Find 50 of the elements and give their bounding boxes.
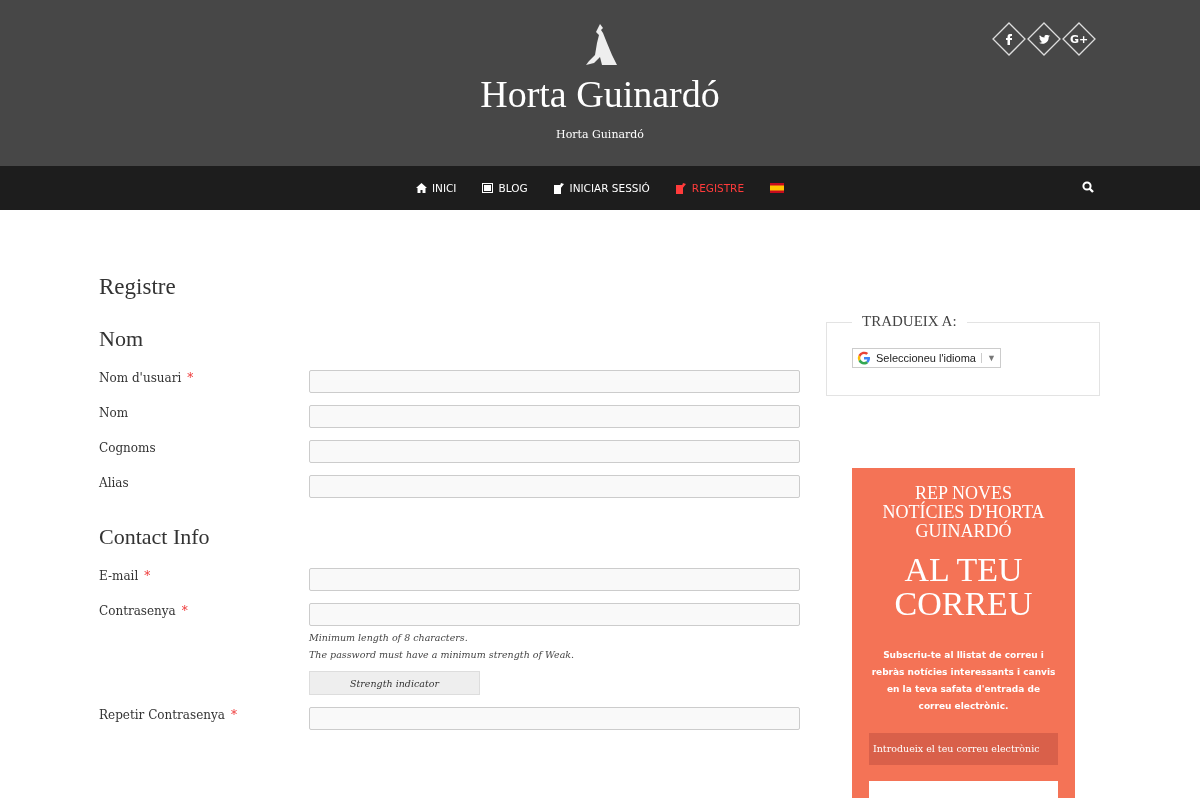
site-title[interactable]: Horta Guinardó bbox=[480, 72, 720, 116]
input-field[interactable] bbox=[309, 603, 800, 626]
edit-icon bbox=[553, 182, 565, 194]
subscribe-text: Subscriu-te al llistat de correu i rebràs notícies interessants i canvis en la teva safata d'entrada de correu electrònic. bbox=[870, 649, 1057, 713]
facebook-icon bbox=[1006, 33, 1012, 45]
hint-text: Minimum length of 8 characters. bbox=[309, 632, 469, 643]
field-label: Nom bbox=[99, 406, 129, 420]
home-icon bbox=[415, 183, 427, 193]
google-plus-label: G+ bbox=[1069, 32, 1089, 46]
social-link[interactable] bbox=[1027, 22, 1061, 56]
input-field[interactable] bbox=[309, 405, 800, 428]
subscribe-title: AL TEU CORREU bbox=[893, 553, 1034, 621]
subscribe-button[interactable] bbox=[869, 780, 1058, 798]
nav-link[interactable]: INICI bbox=[415, 178, 457, 198]
field-label: Alias bbox=[99, 476, 129, 490]
input-field[interactable] bbox=[309, 568, 800, 591]
field-label: Repetir Contrasenya bbox=[99, 708, 225, 722]
field-label: Cognoms bbox=[99, 441, 156, 455]
social-link[interactable]: G+ bbox=[1062, 22, 1096, 56]
input-field[interactable] bbox=[309, 475, 800, 498]
strength-indicator: Strength indicator bbox=[309, 671, 480, 695]
google-icon bbox=[857, 351, 871, 365]
select-label: Seleccioneu l'idioma bbox=[876, 352, 976, 364]
hint-text: The password must have a minimum strength of Weak. bbox=[309, 649, 576, 660]
search-icon[interactable] bbox=[1082, 181, 1094, 193]
page-title: Registre bbox=[99, 273, 177, 301]
required-mark: * bbox=[230, 708, 237, 722]
email-field[interactable]: Introdueix el teu correu electrònic bbox=[869, 733, 1058, 765]
input-field[interactable] bbox=[309, 707, 800, 730]
input-field[interactable] bbox=[309, 440, 800, 463]
language-select[interactable]: Seleccioneu l'idioma ▼ bbox=[852, 348, 1001, 368]
section-heading: Nom bbox=[99, 325, 144, 353]
edit-icon bbox=[675, 182, 687, 194]
field-label: Nom d'usuari bbox=[99, 371, 182, 385]
subscribe-heading: REP NOVES NOTÍCIES D'HORTA GUINARDÓ bbox=[881, 484, 1046, 541]
field-label: E-mail bbox=[99, 569, 139, 583]
nav-link[interactable]: INICIAR SESSIÓ bbox=[553, 178, 650, 198]
required-mark: * bbox=[144, 569, 151, 583]
required-mark: * bbox=[187, 371, 194, 385]
required-mark: * bbox=[181, 604, 188, 618]
twitter-icon bbox=[1038, 34, 1050, 44]
flag-icon bbox=[770, 183, 784, 193]
image-icon bbox=[482, 183, 494, 193]
site-tagline: Horta Guinardó bbox=[556, 128, 644, 141]
nav-link[interactable]: BLOG bbox=[482, 178, 528, 198]
section-heading: Contact Info bbox=[99, 523, 211, 551]
input-field[interactable] bbox=[309, 370, 800, 393]
nav-link[interactable]: REGISTRE bbox=[675, 178, 744, 198]
field-label: Contrasenya bbox=[99, 604, 176, 618]
social-link[interactable] bbox=[992, 22, 1026, 56]
